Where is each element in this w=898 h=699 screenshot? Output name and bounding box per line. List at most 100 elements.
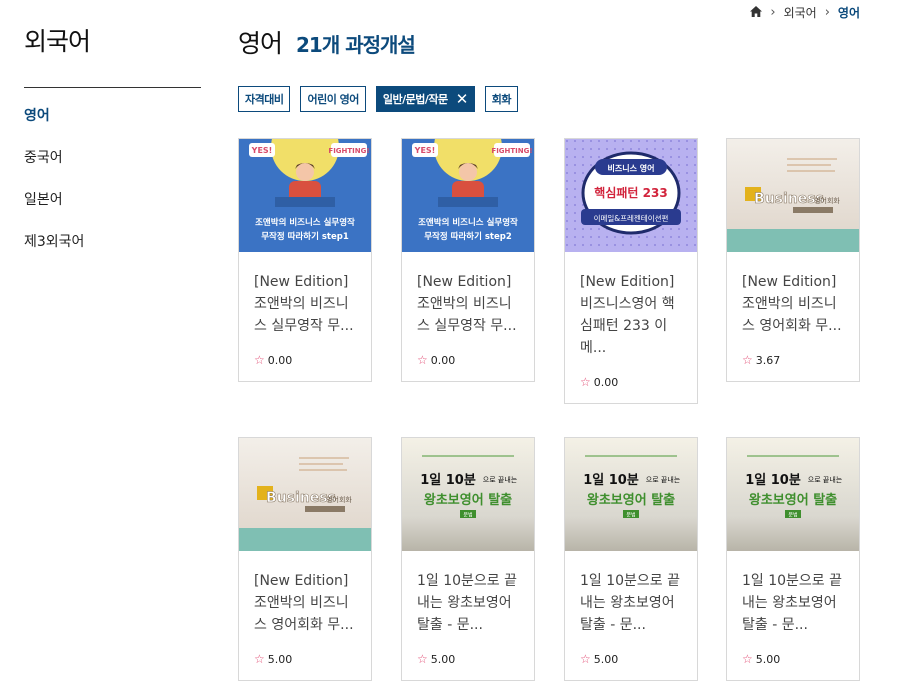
filter-tag-conversation[interactable]: 회화 [484, 86, 519, 112]
thumbnail-line-1: 1일 10분 [583, 473, 639, 488]
sidebar-item-japanese[interactable]: 일본어 [24, 190, 201, 232]
thumbnail-line-1: 비즈니스 영어 [608, 163, 655, 173]
rating-value: 5.00 [267, 652, 293, 666]
sidebar-item-third-language[interactable]: 제3외국어 [24, 232, 201, 274]
rating-value: 5.00 [755, 652, 781, 666]
chevron-right-icon: › [824, 5, 830, 20]
course-thumbnail[interactable]: Business 영어회화 [239, 438, 371, 551]
sidebar-item-chinese[interactable]: 중국어 [24, 148, 201, 190]
course-rating: ☆ 0.00 [417, 353, 519, 367]
thumbnail-tag: 문법 [788, 512, 797, 519]
course-card[interactable]: Business 영어회화 [New Edition] 조앤박의 비즈니스 영어… [238, 437, 372, 681]
thumbnail-line-1b: 으로 끝내는 [808, 475, 843, 484]
course-title[interactable]: [New Edition] 조앤박의 비즈니스 실무영작 무... [254, 271, 356, 341]
filter-tag-label: 어린이 영어 [307, 93, 359, 106]
filter-tag-general-grammar[interactable]: 일반/문법/작문 ✕ [375, 86, 475, 112]
sidebar-item-english[interactable]: 영어 [24, 106, 201, 148]
course-thumbnail[interactable]: YES! FIGHTING! 조앤박의 비즈니스 실무영작 무작정 따라하기 s… [239, 139, 371, 252]
breadcrumb: › 외국어 › 영어 [750, 4, 860, 21]
badge-text: FIGHTING! [328, 147, 369, 155]
thumbnail-line-2: 왕초보영어 탈출 [424, 492, 512, 508]
course-rating: ☆ 5.00 [254, 652, 356, 666]
course-card[interactable]: YES! FIGHTING! 조앤박의 비즈니스 실무영작 무작정 따라하기 s… [401, 138, 535, 382]
star-icon: ☆ [742, 353, 753, 367]
course-title[interactable]: 1일 10분으로 끝내는 왕초보영어 탈출 - 문... [417, 570, 519, 640]
course-thumbnail[interactable]: 비즈니스 영어 핵심패턴 233 이메일&프레젠테이션편 [565, 139, 697, 252]
course-rating: ☆ 3.67 [742, 353, 844, 367]
course-rating: ☆ 5.00 [742, 652, 844, 666]
chevron-right-icon: › [770, 5, 776, 20]
thumbnail-line-2: 무작정 따라하기 step2 [424, 231, 512, 242]
thumbnail-line-1: 조앤박의 비즈니스 실무영작 [418, 217, 518, 228]
course-count: 21개 과정개설 [296, 33, 416, 57]
course-card[interactable]: 1일 10분 으로 끝내는 왕초보영어 탈출 문법 1일 10분으로 끝내는 왕… [726, 437, 860, 681]
thumbnail-line-1b: 으로 끝내는 [646, 475, 681, 484]
sidebar-divider [24, 87, 201, 88]
page-title: 영어 [238, 29, 283, 58]
thumbnail-line-1: 1일 10분 [420, 473, 476, 488]
close-icon[interactable]: ✕ [456, 91, 469, 107]
rating-value: 3.67 [755, 353, 781, 367]
course-rating: ☆ 0.00 [254, 353, 356, 367]
filter-tags: 자격대비 어린이 영어 일반/문법/작문 ✕ 회화 [238, 86, 519, 112]
filter-tag-certification[interactable]: 자격대비 [238, 86, 291, 112]
star-icon: ☆ [580, 652, 591, 666]
star-icon: ☆ [742, 652, 753, 666]
star-icon: ☆ [417, 353, 428, 367]
course-rating: ☆ 5.00 [417, 652, 519, 666]
course-thumbnail[interactable]: 1일 10분 으로 끝내는 왕초보영어 탈출 문법 [402, 438, 534, 551]
course-thumbnail[interactable]: Business 영어회화 [727, 139, 859, 252]
thumbnail-line-2: 무작정 따라하기 step1 [261, 231, 349, 242]
thumbnail-tag: 문법 [626, 512, 635, 519]
course-rating: ☆ 0.00 [580, 375, 682, 389]
course-card[interactable]: YES! FIGHTING! 조앤박의 비즈니스 실무영작 무작정 따라하기 s… [238, 138, 372, 382]
filter-tag-kids[interactable]: 어린이 영어 [300, 86, 366, 112]
course-card[interactable]: 1일 10분 으로 끝내는 왕초보영어 탈출 문법 1일 10분으로 끝내는 왕… [401, 437, 535, 681]
thumbnail-line-2: 핵심패턴 233 [594, 185, 667, 200]
star-icon: ☆ [417, 652, 428, 666]
badge-text: FIGHTING! [491, 147, 532, 155]
course-card[interactable]: 1일 10분 으로 끝내는 왕초보영어 탈출 문법 1일 10분으로 끝내는 왕… [564, 437, 698, 681]
star-icon: ☆ [254, 353, 265, 367]
thumbnail-line-1: 1일 10분 [745, 473, 801, 488]
star-icon: ☆ [580, 375, 591, 389]
filter-tag-label: 일반/문법/작문 [382, 93, 448, 106]
filter-tag-label: 회화 [491, 93, 512, 106]
thumbnail-line-2: 왕초보영어 탈출 [749, 492, 837, 508]
course-title[interactable]: [New Edition] 조앤박의 비즈니스 영어회화 무... [742, 271, 844, 341]
sidebar: 외국어 영어 중국어 일본어 제3외국어 [24, 22, 201, 274]
course-title[interactable]: 1일 10분으로 끝내는 왕초보영어 탈출 - 문... [580, 570, 682, 640]
course-thumbnail[interactable]: 1일 10분 으로 끝내는 왕초보영어 탈출 문법 [565, 438, 697, 551]
course-thumbnail[interactable]: 1일 10분 으로 끝내는 왕초보영어 탈출 문법 [727, 438, 859, 551]
home-icon[interactable] [750, 5, 763, 20]
course-card[interactable]: 비즈니스 영어 핵심패턴 233 이메일&프레젠테이션편 [New Editio… [564, 138, 698, 404]
rating-value: 0.00 [430, 353, 456, 367]
course-title[interactable]: 1일 10분으로 끝내는 왕초보영어 탈출 - 문... [742, 570, 844, 640]
course-thumbnail[interactable]: YES! FIGHTING! 조앤박의 비즈니스 실무영작 무작정 따라하기 s… [402, 139, 534, 252]
thumbnail-line-1: 조앤박의 비즈니스 실무영작 [255, 217, 355, 228]
breadcrumb-item-english: 영어 [837, 6, 860, 20]
thumbnail-line-2: 왕초보영어 탈출 [587, 492, 675, 508]
thumbnail-line-2: 영어회화 [814, 196, 840, 205]
thumbnail-line-3: 이메일&프레젠테이션편 [594, 213, 669, 223]
course-card[interactable]: Business 영어회화 [New Edition] 조앤박의 비즈니스 영어… [726, 138, 860, 382]
rating-value: 0.00 [267, 353, 293, 367]
rating-value: 5.00 [593, 652, 619, 666]
thumbnail-line-1b: 으로 끝내는 [483, 475, 518, 484]
badge-text: YES! [251, 146, 273, 155]
rating-value: 0.00 [593, 375, 619, 389]
thumbnail-tag: 문법 [463, 512, 472, 519]
rating-value: 5.00 [430, 652, 456, 666]
course-title[interactable]: [New Edition] 조앤박의 비즈니스 실무영작 무... [417, 271, 519, 341]
course-title[interactable]: [New Edition] 비즈니스영어 핵심패턴 233 이메... [580, 271, 682, 363]
star-icon: ☆ [254, 652, 265, 666]
filter-tag-label: 자격대비 [245, 93, 284, 106]
course-title[interactable]: [New Edition] 조앤박의 비즈니스 영어회화 무... [254, 570, 356, 640]
sidebar-title: 외국어 [24, 27, 91, 56]
badge-text: YES! [414, 146, 436, 155]
thumbnail-line-2: 영어회화 [326, 495, 352, 504]
breadcrumb-item-foreign-language[interactable]: 외국어 [784, 4, 817, 21]
sidebar-menu: 영어 중국어 일본어 제3외국어 [24, 106, 201, 274]
page-heading: 영어 21개 과정개설 [238, 24, 416, 60]
course-rating: ☆ 5.00 [580, 652, 682, 666]
